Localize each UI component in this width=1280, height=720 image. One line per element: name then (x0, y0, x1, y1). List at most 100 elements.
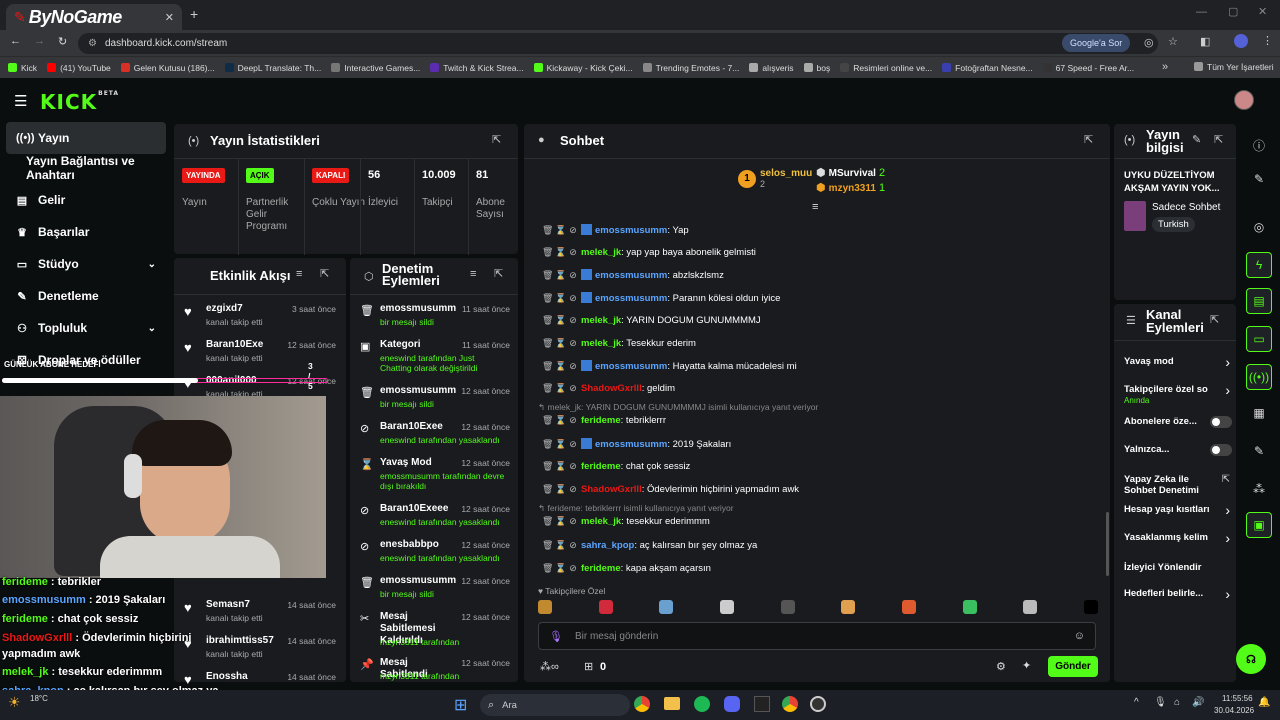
menu-icon[interactable]: ⋮ (1262, 34, 1273, 47)
close-window-icon[interactable]: ✕ (1258, 5, 1267, 18)
delete-msg-icon[interactable]: 🗑 (542, 315, 553, 326)
chat-message[interactable]: 🗑 ⌛ ⊘ emossmusumm: abzlskzlsmz (542, 269, 724, 281)
delete-msg-icon[interactable]: 🗑 (542, 484, 553, 495)
chat-username[interactable]: emossmusumm (595, 439, 667, 450)
back-icon[interactable]: ← (10, 35, 21, 47)
ban-icon[interactable]: ⊘ (568, 247, 578, 258)
extensions-icon[interactable]: ◧ (1200, 35, 1210, 48)
bookmark-item[interactable]: Twitch & Kick Strea... (430, 62, 524, 73)
chat-input[interactable]: 🎙 Bir mesaj gönderin ☺ (538, 622, 1096, 650)
emote-icon[interactable] (1023, 600, 1038, 614)
chat-message[interactable]: 🗑 ⌛ ⊘ ferideme: chat çok sessiz (542, 461, 690, 472)
ban-icon[interactable]: ⊘ (568, 270, 578, 281)
timeout-icon[interactable]: ⌛ (555, 516, 566, 527)
ban-icon[interactable]: ⊘ (568, 540, 578, 551)
chat-username[interactable]: ferideme (581, 461, 621, 472)
dots-icon[interactable]: ⁂ (1246, 476, 1272, 502)
chat-message[interactable]: 🗑 ⌛ ⊘ emossmusumm: Hayatta kalma mücadelesi… (542, 360, 797, 372)
bookmark-item[interactable]: Kick (8, 62, 37, 73)
info-popout-icon[interactable]: ⇱ (1214, 133, 1223, 146)
ban-icon[interactable]: ⊘ (568, 225, 578, 236)
moderation-item[interactable]: 📌 Mesaj Sabitlendi mzyn3311 tarafından 12 s… (350, 655, 518, 691)
chat-username[interactable]: melek_jk (581, 338, 621, 349)
moderation-item[interactable]: ⊘ enesbabbpo eneswind tarafından yasakland… (350, 537, 518, 573)
timeout-icon[interactable]: ⌛ (555, 540, 566, 551)
chat-username[interactable]: sahra_kpop (581, 540, 634, 551)
sidebar-item-4[interactable]: ▭ Stüdyo ⌄ (0, 248, 172, 280)
chat-username[interactable]: emossmusumm (595, 361, 667, 372)
moderation-popout-icon[interactable]: ⇱ (494, 267, 503, 280)
timeout-icon[interactable]: ⌛ (555, 247, 566, 258)
delete-msg-icon[interactable]: 🗑 (542, 361, 553, 372)
delete-msg-icon[interactable]: 🗑 (542, 540, 553, 551)
obs-icon[interactable] (810, 696, 826, 712)
mic-tray-icon[interactable]: 🎙 (1154, 697, 1167, 708)
chat-username[interactable]: emossmusumm (595, 225, 667, 236)
emote-icon[interactable] (538, 600, 552, 614)
category-name[interactable]: Sadece Sohbet (1152, 202, 1220, 213)
delete-msg-icon[interactable]: 🗑 (542, 439, 553, 450)
moderation-item[interactable]: ⊘ Baran10Exee eneswind tarafından yasaklan… (350, 419, 518, 455)
toggle-switch[interactable] (1210, 416, 1232, 428)
clock-time[interactable]: 11:55:56 (1222, 694, 1253, 703)
activity-item[interactable]: ♥ ibrahimttiss57 kanalı takip etti 14 saat … (174, 633, 346, 667)
chat-mod-icon[interactable]: ✦ (1022, 659, 1031, 672)
timeout-icon[interactable]: ⌛ (555, 225, 566, 236)
activity-item[interactable]: ♥ ezgixd7 kanalı takip etti 3 saat önce (174, 301, 346, 335)
site-info-icon[interactable]: ⚙ (88, 38, 97, 49)
timeout-icon[interactable]: ⌛ (555, 361, 566, 372)
moderation-item[interactable]: 🗑 emossmusumm bir mesajı sildi 11 saat önce (350, 301, 518, 337)
user-avatar[interactable] (1234, 90, 1254, 110)
moderation-item[interactable]: ⌛ Yavaş Mod emossmusumm tarafından devre d… (350, 455, 518, 491)
delete-msg-icon[interactable]: 🗑 (542, 415, 553, 426)
chat-message[interactable]: 🗑 ⌛ ⊘ ShadowGxrlll: geldim (542, 383, 675, 394)
chat-icon[interactable]: ▭ (1246, 326, 1272, 352)
chat-message[interactable]: 🗑 ⌛ ⊘ melek_jk: tesekkur ederimmm (542, 516, 710, 527)
timeout-icon[interactable]: ⌛ (555, 270, 566, 281)
emote-icon[interactable] (962, 600, 977, 614)
capture-icon[interactable]: ◎ (1246, 214, 1272, 240)
ban-icon[interactable]: ⊘ (568, 484, 578, 495)
chat-settings-icon[interactable]: ⚙ (996, 660, 1006, 673)
moderation-item[interactable]: ⊘ Baran10Exeee eneswind tarafından yasakla… (350, 501, 518, 537)
info-icon[interactable]: ⓘ (1246, 132, 1272, 158)
bookmark-item[interactable]: 67 Speed - Free Ar... (1042, 62, 1134, 73)
windows-start-icon[interactable]: ⊞ (454, 695, 467, 715)
delete-msg-icon[interactable]: 🗑 (542, 461, 553, 472)
channel-action-item[interactable]: İzleyici Yönlendir (1124, 560, 1232, 586)
popout-icon[interactable]: ⇱ (492, 133, 501, 146)
channel-popout-icon[interactable]: ⇱ (1210, 313, 1219, 326)
timeout-icon[interactable]: ⌛ (555, 338, 566, 349)
chat-username[interactable]: ferideme (581, 415, 621, 426)
support-icon[interactable]: ☊ (1236, 644, 1266, 674)
ban-icon[interactable]: ⊘ (568, 563, 578, 574)
google-ask-button[interactable]: Google'a Sor (1062, 34, 1131, 52)
ban-icon[interactable]: ⊘ (568, 516, 578, 527)
chat-message[interactable]: 🗑 ⌛ ⊘ ferideme: kapa akşam açarsın (542, 563, 711, 574)
discord-icon[interactable] (724, 696, 740, 712)
moderation-item[interactable]: ✂ Mesaj Sabitlemesi Kaldırıldı mzyn3311 ta… (350, 609, 518, 647)
bookmark-item[interactable]: (41) YouTube (47, 62, 111, 73)
ban-icon[interactable]: ⊘ (568, 439, 578, 450)
ban-icon[interactable]: ⊘ (568, 461, 578, 472)
game-icon[interactable]: ▣ (1246, 512, 1272, 538)
sidebar-item-1[interactable]: Yayın Bağlantısı ve Anahtarı (0, 152, 172, 184)
emote-icon[interactable] (598, 600, 613, 614)
chat-message[interactable]: 🗑 ⌛ ⊘ emossmusumm: Yap (542, 224, 689, 236)
eye-off-icon[interactable]: ◎ (1144, 36, 1154, 49)
chat-collapse-icon[interactable]: ≡ (812, 201, 818, 213)
emote-icon[interactable] (780, 600, 795, 614)
delete-msg-icon[interactable]: 🗑 (542, 383, 553, 394)
channel-action-item[interactable]: Takipçilere özel so Anında › (1124, 382, 1232, 408)
spotify-icon[interactable] (694, 696, 710, 712)
new-tab-icon[interactable]: + (190, 6, 198, 22)
close-tab-icon[interactable]: ✕ (165, 11, 174, 24)
delete-msg-icon[interactable]: 🗑 (542, 338, 553, 349)
timeout-icon[interactable]: ⌛ (555, 563, 566, 574)
chat-username[interactable]: emossmusumm (595, 270, 667, 281)
ban-icon[interactable]: ⊘ (568, 338, 578, 349)
channel-action-item[interactable]: Yavaş mod › (1124, 354, 1232, 380)
chat-scrollbar[interactable] (1106, 512, 1109, 576)
bookmark-item[interactable]: DeepL Translate: Th... (224, 62, 321, 73)
emoji-icon[interactable]: ☺ (1074, 630, 1085, 642)
